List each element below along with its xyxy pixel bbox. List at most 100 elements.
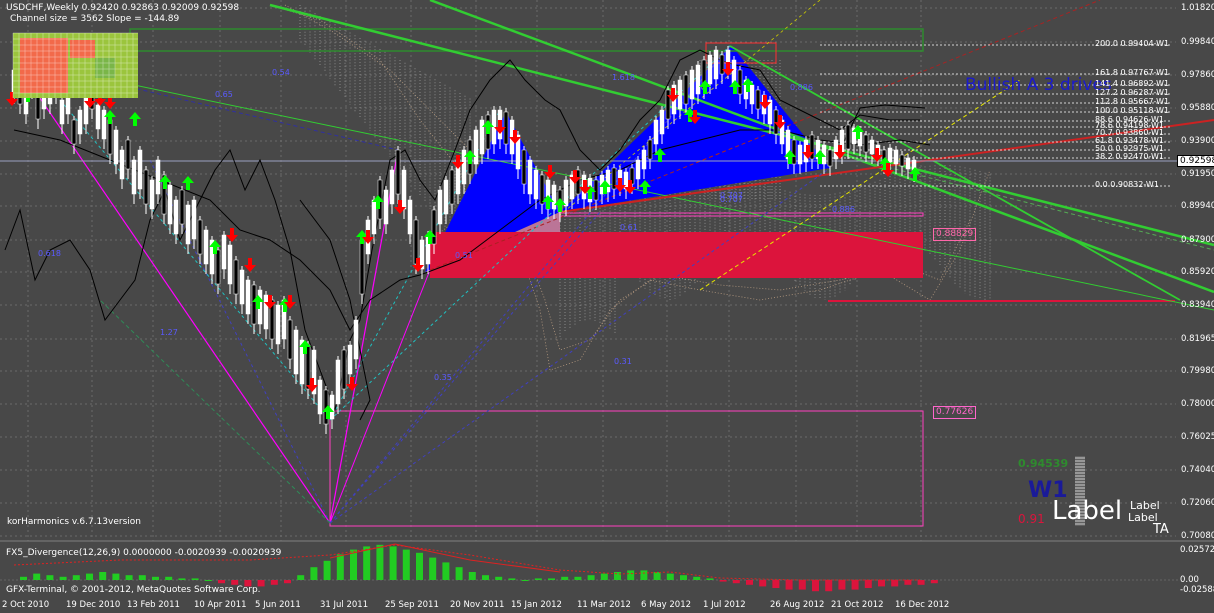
macd-bar [46,575,54,580]
macd-bar [812,580,819,592]
macd-bar [33,573,41,580]
macd-title: FX5_Divergence(12,26,9) 0.0000000 -0.002… [6,548,282,558]
macd-bar [389,546,397,580]
fib-label: 38.2 0.92470-W1 [1095,152,1164,161]
macd-bar [495,576,503,580]
price-axis-label: 0.97860 [1181,70,1214,80]
price-axis-label: 0.87900 [1181,235,1214,245]
ratio-label: 0.618 [38,249,61,258]
macd-bar [851,580,859,590]
indicator-version: korHarmonics v.6.7.13version [7,517,141,527]
time-axis-label: 25 Sep 2011 [385,600,439,610]
macd-bar [653,572,661,580]
macd-axis-top: 0.02572 [1180,545,1214,555]
macd-bar [59,576,67,580]
macd-bar [376,544,384,580]
macd-bar [270,580,278,585]
time-axis-label: 20 Nov 2011 [450,600,505,610]
macd-bar [138,575,146,580]
green-box-top [129,28,924,52]
ratio-label: 0.707 [720,195,743,204]
macd-bar [640,570,648,580]
macd-bar [191,578,199,580]
macd-bar [99,572,107,580]
macd-bar [838,580,846,590]
price-axis-label: 0.91950 [1181,169,1214,179]
macd-bar [429,557,437,580]
macd-bar [323,560,331,580]
macd-bar [627,570,635,580]
macd-bar [112,573,120,580]
macd-bar [297,575,305,580]
fib-label: 100.0 0.95118-W1 [1095,106,1170,115]
macd-bar [521,580,529,581]
macd-bar [587,575,595,580]
macd-bar [878,580,885,587]
red-zone-box [430,232,923,278]
macd-bar [561,576,569,580]
ratio-label: 0.31 [614,357,632,366]
macd-axis-bottom: -0.02588 [1180,585,1214,595]
target-mid-label: 0.88829 [933,228,977,241]
macd-bar [719,580,727,582]
macd-bar [574,576,582,580]
macd-bar [482,575,489,580]
macd-bar [336,554,344,580]
time-axis-label: 11 Mar 2012 [577,600,631,610]
macd-bar [350,549,357,580]
pattern-name: Bullish A 3 drives [965,75,1112,95]
target-low-label: 0.77626 [933,406,977,419]
fib-label: 161.8 0.97767-W1 [1095,68,1170,77]
macd-bar [825,580,833,592]
price-axis-label: 0.95880 [1181,103,1214,113]
macd-bar [891,580,899,587]
macd-bar [508,578,516,580]
ratio-label: 0.886 [790,83,813,92]
price-axis-label: 0.76025 [1181,432,1214,442]
macd-bar [746,580,753,585]
copyright: GFX-Terminal, © 2001-2012, MetaQuotes So… [6,585,261,595]
ratio-label: 0.51 [455,251,473,260]
price-axis-label: 0.81965 [1181,334,1214,344]
macd-bar [178,578,186,580]
time-axis-label: 26 Aug 2012 [770,600,825,610]
price-axis-label: 0.99840 [1181,37,1214,47]
macd-bar [904,580,912,585]
macd-bar [416,552,423,580]
macd-bar [72,575,80,580]
macd-bar [165,576,173,580]
macd-bar [310,567,318,580]
ratio-label: 1.27 [160,328,178,337]
macd-bar [759,580,767,587]
big-label: Label [1052,496,1123,526]
macd-bar [284,580,291,584]
macd-bar [732,580,740,584]
macd-bar [930,580,938,584]
time-axis-label: 16 Dec 2012 [895,600,950,610]
macd-bar [534,578,542,580]
macd-bar [218,580,225,584]
fib-label: 200.0 0.99404-W1 [1095,39,1170,48]
badge-value-top: 0.94539 [1018,457,1069,470]
badge-value-bottom: 0.91 [1018,512,1045,526]
ratio-label: 0.61 [620,223,638,232]
macd-bar [706,578,714,580]
macd-bar [917,580,925,585]
macd-bar [20,576,27,580]
fib-label: 127.2 0.96287-W1 [1095,88,1170,97]
price-axis-label: 0.78000 [1181,399,1214,409]
price-axis-label: 0.79980 [1181,366,1214,376]
fib-label: 112.8 0.95667-W1 [1095,97,1170,106]
macd-bar [125,575,133,580]
macd-bar [772,580,780,588]
fib-label: 141.4 0.96892-W1 [1095,79,1170,88]
ratio-label: 1.618 [612,73,635,82]
target-box-low [329,410,924,527]
ratio-label: 0.886 [832,205,855,214]
macd-bar [402,549,410,580]
time-axis-label: 13 Feb 2011 [127,600,180,610]
ratio-label: 0.65 [215,90,233,99]
mt4-chart-window: 0.618 1.27 0.65 0.54 0.35 0.31 0.51 0.61 0.707 0.… [0,0,1214,613]
price-axis-label: 0.83940 [1181,300,1214,310]
macd-bar [363,546,371,580]
